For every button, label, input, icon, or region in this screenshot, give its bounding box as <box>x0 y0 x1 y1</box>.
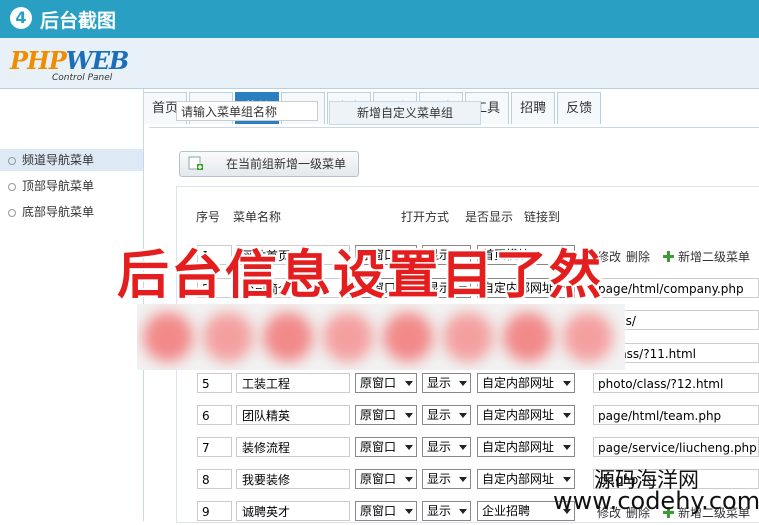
menu-name-field[interactable]: 工装工程 <box>236 373 350 393</box>
plus-icon <box>663 251 675 262</box>
radio-dot-icon <box>8 209 16 217</box>
chevron-down-icon <box>459 413 467 418</box>
table-row: 5 工装工程 原窗口 显示 自定内部网址 photo/class/?12.html <box>197 371 759 397</box>
visibility-value: 显示 <box>427 472 452 486</box>
link-url-field[interactable]: page/html/company.php <box>593 278 759 298</box>
chevron-down-icon <box>405 477 413 482</box>
table-header-2: 打开方式 <box>401 210 450 224</box>
visibility-value: 显示 <box>427 376 452 390</box>
sidebar-item-1[interactable]: 顶部导航菜单 <box>0 175 143 197</box>
action-1[interactable]: 删除 <box>626 250 650 264</box>
open-mode-value: 原窗口 <box>360 472 397 486</box>
add-item-icon <box>188 156 203 170</box>
add-custom-menu-group-button[interactable]: 新增自定义菜单组 <box>329 101 481 125</box>
page-title: 后台截图 <box>40 10 117 32</box>
table-header-1: 菜单名称 <box>233 210 282 224</box>
link-type-select[interactable]: 自定内部网址 <box>477 469 575 489</box>
visibility-select[interactable]: 显示 <box>422 469 471 489</box>
menu-group-name-input[interactable]: 请输入菜单组名称 <box>176 101 318 121</box>
sidebar-item-0[interactable]: 频道导航菜单 <box>0 149 143 171</box>
chevron-down-icon <box>563 413 571 418</box>
row-actions: 修改 删除 新增二级菜单 <box>597 248 750 265</box>
open-mode-value: 原窗口 <box>360 408 397 422</box>
sidebar-item-2[interactable]: 底部导航菜单 <box>0 201 143 223</box>
top-title-bar: 4 后台截图 <box>0 0 759 38</box>
link-type-value: 自定内部网址 <box>482 440 555 454</box>
open-mode-select[interactable]: 原窗口 <box>355 373 417 393</box>
watermark-line2: www.codehy.com <box>553 487 759 515</box>
chevron-down-icon <box>563 445 571 450</box>
sidebar-item-label: 顶部导航菜单 <box>22 179 95 193</box>
row-number-field[interactable]: 6 <box>197 405 232 425</box>
row-number-field[interactable]: 9 <box>197 501 232 521</box>
link-type-value: 企业招聘 <box>482 504 531 518</box>
open-mode-select[interactable]: 原窗口 <box>355 469 417 489</box>
table-row: 7 装修流程 原窗口 显示 自定内部网址 page/service/liucheng.ph… <box>197 435 759 461</box>
add-submenu-link[interactable]: 新增二级菜单 <box>678 250 750 264</box>
chevron-down-icon <box>563 477 571 482</box>
overlay-banner-text: 后台信息设置目了然 <box>117 246 604 306</box>
visibility-select[interactable]: 显示 <box>422 373 471 393</box>
add-top-level-menu-button[interactable]: 在当前组新增一级菜单 <box>179 151 359 177</box>
visibility-select[interactable]: 显示 <box>422 437 471 457</box>
chevron-down-icon <box>459 509 467 514</box>
step-number-badge: 4 <box>10 7 32 29</box>
chevron-down-icon <box>405 445 413 450</box>
link-type-value: 自定内部网址 <box>482 472 555 486</box>
menu-group-bar: 请输入菜单组名称 新增自定义菜单组 <box>149 91 759 128</box>
chevron-down-icon <box>459 477 467 482</box>
menu-name-field[interactable]: 团队精英 <box>236 405 350 425</box>
radio-dot-icon <box>8 183 16 191</box>
table-header-3: 是否显示 <box>465 210 514 224</box>
header: PHPWEB Control Panel 首页设置菜单网页文章图片广告工具招聘反… <box>0 38 759 124</box>
sidebar-item-label: 底部导航菜单 <box>22 205 95 219</box>
link-url-field[interactable]: photo/class/?12.html <box>593 373 759 393</box>
chevron-down-icon <box>405 381 413 386</box>
phpweb-logo: PHPWEB Control Panel <box>10 46 129 83</box>
visibility-select[interactable]: 显示 <box>422 405 471 425</box>
link-type-value: 自定内部网址 <box>482 408 555 422</box>
open-mode-select[interactable]: 原窗口 <box>355 501 417 521</box>
link-type-select[interactable]: 自定内部网址 <box>477 405 575 425</box>
link-type-value: 自定内部网址 <box>482 376 555 390</box>
table-row: 6 团队精英 原窗口 显示 自定内部网址 page/html/team.php <box>197 403 759 429</box>
chevron-down-icon <box>405 509 413 514</box>
visibility-value: 显示 <box>427 504 452 518</box>
link-url-field[interactable]: page/service/liucheng.php <box>593 437 759 457</box>
visibility-value: 显示 <box>427 408 452 422</box>
chevron-down-icon <box>563 381 571 386</box>
open-mode-select[interactable]: 原窗口 <box>355 437 417 457</box>
row-number-field[interactable]: 7 <box>197 437 232 457</box>
row-number-field[interactable]: 5 <box>197 373 232 393</box>
visibility-value: 显示 <box>427 440 452 454</box>
sidebar-item-label: 频道导航菜单 <box>22 153 95 167</box>
table-header-4: 链接到 <box>524 210 561 224</box>
chevron-down-icon <box>459 445 467 450</box>
blurred-overlay <box>137 304 625 370</box>
open-mode-select[interactable]: 原窗口 <box>355 405 417 425</box>
visibility-select[interactable]: 显示 <box>422 501 471 521</box>
menu-name-field[interactable]: 诚聘英才 <box>236 501 350 521</box>
link-url-field[interactable]: page/html/team.php <box>593 405 759 425</box>
chevron-down-icon <box>405 413 413 418</box>
table-header-0: 序号 <box>196 210 221 224</box>
open-mode-value: 原窗口 <box>360 440 397 454</box>
radio-dot-icon <box>8 157 16 165</box>
chevron-down-icon <box>459 381 467 386</box>
link-type-select[interactable]: 自定内部网址 <box>477 437 575 457</box>
link-type-select[interactable]: 自定内部网址 <box>477 373 575 393</box>
open-mode-value: 原窗口 <box>360 504 397 518</box>
menu-name-field[interactable]: 装修流程 <box>236 437 350 457</box>
menu-name-field[interactable]: 我要装修 <box>236 469 350 489</box>
open-mode-value: 原窗口 <box>360 376 397 390</box>
row-number-field[interactable]: 8 <box>197 469 232 489</box>
